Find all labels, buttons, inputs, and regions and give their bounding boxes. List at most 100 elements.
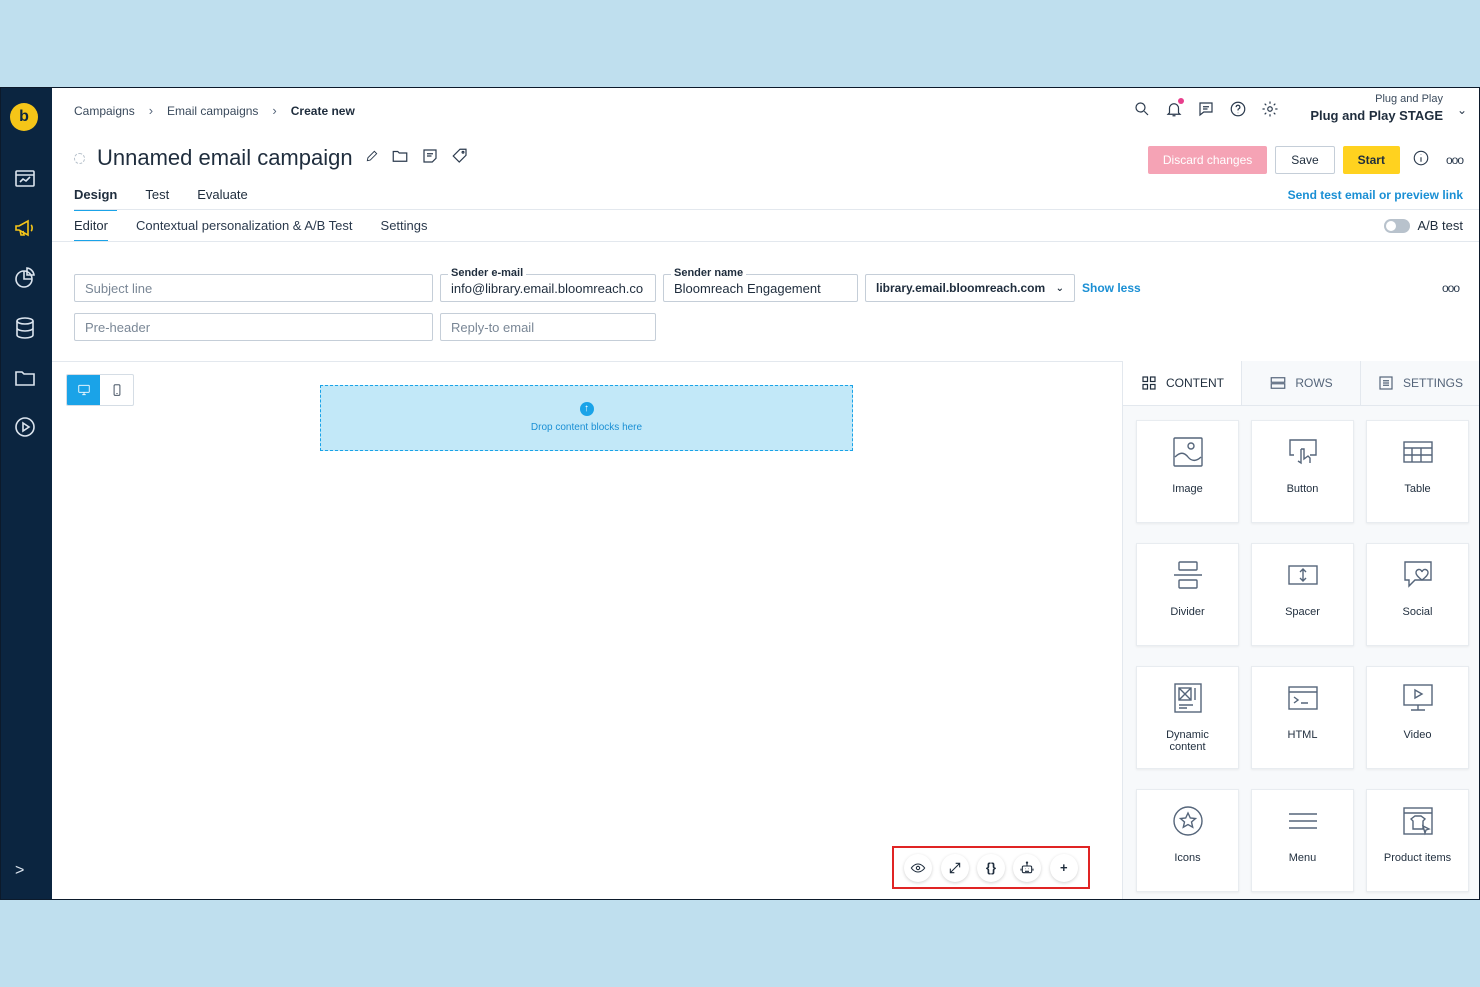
- block-product-items[interactable]: Product items: [1366, 789, 1469, 892]
- search-icon[interactable]: [1133, 100, 1151, 118]
- content-blocks-grid: Image Button Table Divider Spacer Social…: [1136, 420, 1469, 892]
- note-icon[interactable]: [417, 147, 439, 170]
- ab-test-label: A/B test: [1417, 218, 1463, 233]
- more-options-button[interactable]: ooo: [1446, 153, 1464, 167]
- block-video[interactable]: Video: [1366, 666, 1469, 769]
- tab-design[interactable]: Design: [74, 187, 118, 211]
- status-indicator: [74, 152, 85, 164]
- app-window: b > Campaigns › Email campaigns › Create…: [0, 87, 1480, 900]
- analytics-icon[interactable]: [13, 266, 37, 290]
- reply-to-email-input[interactable]: Reply-to email: [440, 313, 656, 341]
- block-html[interactable]: HTML: [1251, 666, 1354, 769]
- rows-icon: [1270, 377, 1286, 389]
- block-label: Button: [1286, 483, 1319, 495]
- breadcrumb-separator: ›: [148, 103, 154, 118]
- sidebar: b >: [1, 88, 52, 899]
- block-social[interactable]: Social: [1366, 543, 1469, 646]
- block-label: Image: [1172, 483, 1203, 495]
- divider: [74, 209, 1479, 210]
- device-view-toggle: [66, 374, 134, 406]
- sender-name-value: Bloomreach Engagement: [674, 280, 821, 296]
- tab-rows[interactable]: ROWS: [1242, 361, 1361, 405]
- sender-email-field[interactable]: Sender e-mail info@library.email.bloomre…: [440, 267, 656, 302]
- divider: [52, 241, 1479, 242]
- form-more-options-button[interactable]: ooo: [1442, 281, 1460, 295]
- breadcrumb-separator: ›: [272, 103, 277, 118]
- start-button[interactable]: Start: [1342, 146, 1400, 174]
- account-switcher[interactable]: Plug and Play Plug and Play STAGE: [1310, 93, 1443, 123]
- edit-pencil-icon[interactable]: [361, 149, 379, 168]
- bloomreach-logo[interactable]: b: [10, 103, 38, 131]
- block-button[interactable]: Button: [1251, 420, 1354, 523]
- discard-changes-button[interactable]: Discard changes: [1147, 146, 1268, 174]
- block-menu[interactable]: Menu: [1251, 789, 1354, 892]
- folder-icon[interactable]: [13, 366, 37, 390]
- send-test-email-link[interactable]: Send test email or preview link: [1288, 188, 1463, 202]
- block-table[interactable]: Table: [1366, 420, 1469, 523]
- folder-icon[interactable]: [387, 147, 409, 170]
- tab-personalization-ab[interactable]: Contextual personalization & A/B Test: [136, 218, 353, 242]
- tab-test[interactable]: Test: [145, 187, 169, 211]
- block-label: Dynamic content: [1166, 729, 1209, 753]
- block-spacer[interactable]: Spacer: [1251, 543, 1354, 646]
- desktop-view-button[interactable]: [67, 375, 100, 405]
- subject-line-input[interactable]: Subject line: [74, 274, 433, 302]
- chat-icon[interactable]: [1197, 100, 1215, 118]
- expand-icon[interactable]: [940, 853, 969, 882]
- tab-panel-settings[interactable]: SETTINGS: [1361, 361, 1479, 405]
- tab-evaluate[interactable]: Evaluate: [197, 187, 248, 211]
- campaign-actions: Discard changes Save Start ooo: [1147, 146, 1464, 174]
- block-label: Product items: [1383, 852, 1452, 864]
- breadcrumb-campaigns[interactable]: Campaigns: [74, 104, 135, 118]
- sender-email-label: Sender e-mail: [448, 267, 527, 279]
- save-button[interactable]: Save: [1275, 146, 1335, 174]
- settings-gear-icon[interactable]: [1261, 100, 1279, 118]
- tag-icon[interactable]: [447, 147, 469, 170]
- eye-icon[interactable]: [904, 853, 933, 882]
- block-dynamic-content[interactable]: Dynamic content: [1136, 666, 1239, 769]
- info-icon[interactable]: [1412, 149, 1430, 172]
- chevron-down-icon[interactable]: ⌄: [1457, 103, 1467, 117]
- grid-icon: [1142, 376, 1156, 390]
- domain-value: library.email.bloomreach.com: [876, 281, 1046, 295]
- block-divider[interactable]: Divider: [1136, 543, 1239, 646]
- domain-select[interactable]: library.email.bloomreach.com ⌄: [865, 274, 1075, 302]
- block-icons[interactable]: Icons: [1136, 789, 1239, 892]
- product-items-icon: [1402, 807, 1433, 836]
- content-dropzone[interactable]: ↑ Drop content blocks here: [320, 385, 853, 451]
- preheader-input[interactable]: Pre-header: [74, 313, 433, 341]
- block-image[interactable]: Image: [1136, 420, 1239, 523]
- button-icon: [1288, 439, 1317, 465]
- tab-editor[interactable]: Editor: [74, 218, 108, 242]
- campaign-title[interactable]: Unnamed email campaign: [97, 145, 353, 171]
- robot-icon[interactable]: [1013, 853, 1042, 882]
- panel-tabs: CONTENT ROWS SETTINGS: [1123, 361, 1479, 406]
- breadcrumb-email-campaigns[interactable]: Email campaigns: [167, 104, 258, 118]
- tab-settings-label: SETTINGS: [1402, 376, 1463, 390]
- block-label: Video: [1403, 729, 1432, 741]
- ab-test-toggle-wrap: A/B test: [1384, 218, 1463, 233]
- tab-settings[interactable]: Settings: [381, 218, 428, 242]
- sender-name-field[interactable]: Sender name Bloomreach Engagement: [663, 267, 858, 302]
- play-icon[interactable]: [13, 415, 37, 439]
- sub-tabs: Editor Contextual personalization & A/B …: [74, 218, 428, 242]
- tab-content[interactable]: CONTENT: [1123, 361, 1242, 405]
- megaphone-icon[interactable]: [13, 216, 37, 240]
- video-icon: [1402, 684, 1433, 711]
- dashboard-icon[interactable]: [13, 167, 37, 191]
- spacer-icon: [1287, 565, 1318, 585]
- code-braces-button[interactable]: {}: [976, 853, 1005, 882]
- add-button[interactable]: +: [1049, 853, 1078, 882]
- database-icon[interactable]: [13, 316, 37, 340]
- show-less-link[interactable]: Show less: [1082, 281, 1141, 295]
- mobile-view-button[interactable]: [100, 375, 133, 405]
- sender-email-value: info@library.email.bloomreach.co: [451, 280, 644, 296]
- main-tabs: Design Test Evaluate: [74, 187, 248, 211]
- star-icon: [1172, 806, 1203, 836]
- breadcrumb: Campaigns › Email campaigns › Create new: [74, 103, 355, 118]
- ab-test-toggle[interactable]: [1384, 218, 1411, 233]
- help-icon[interactable]: [1229, 100, 1247, 118]
- canvas-tools-highlight: {} +: [892, 846, 1090, 889]
- sidebar-expand-button[interactable]: >: [15, 862, 24, 880]
- notifications-icon[interactable]: [1165, 98, 1184, 118]
